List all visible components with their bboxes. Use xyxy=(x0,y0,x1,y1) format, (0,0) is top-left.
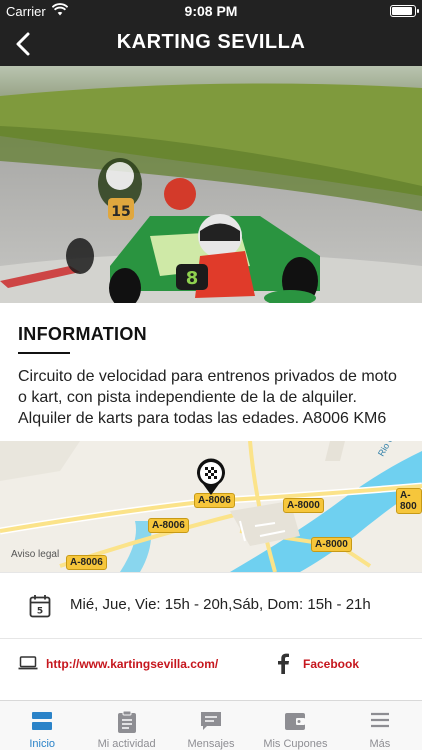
facebook-link[interactable]: Facebook xyxy=(303,657,359,671)
tab-label: Mi actividad xyxy=(97,738,156,750)
clock: 9:08 PM xyxy=(184,3,238,19)
tab-mi-actividad[interactable]: Mi actividad xyxy=(84,701,168,750)
tab-bar: Inicio Mi actividad Mensajes Mis Cupones… xyxy=(0,700,422,750)
clipboard-icon xyxy=(117,710,137,739)
svg-text:15: 15 xyxy=(111,204,130,220)
tab-mensajes[interactable]: Mensajes xyxy=(169,701,253,750)
menu-icon xyxy=(369,710,391,735)
tab-label: Más xyxy=(369,738,391,750)
page-title: KARTING SEVILLA xyxy=(116,31,306,53)
road-label: A-8006 xyxy=(148,518,189,533)
checkered-flag-pin-icon[interactable] xyxy=(193,456,229,501)
road-label: A-800 xyxy=(396,488,422,514)
calendar-icon: 5 xyxy=(29,594,51,623)
road-label: A-8000 xyxy=(283,498,324,513)
information-section: INFORMATION Circuito de velocidad para e… xyxy=(0,303,422,441)
links-row: http://www.kartingsevilla.com/ Facebook xyxy=(0,638,422,700)
wallet-icon xyxy=(283,710,307,737)
section-heading: INFORMATION xyxy=(18,324,147,344)
hero-image: 15 88 8 xyxy=(0,66,422,303)
description-text: Circuito de velocidad para entrenos priv… xyxy=(18,368,397,427)
svg-text:5: 5 xyxy=(37,607,43,617)
tab-label: Mis Cupones xyxy=(263,738,328,750)
tab-mis-cupones[interactable]: Mis Cupones xyxy=(253,701,337,750)
top-bar: Carrier 9:08 PM KARTING SEVILLA xyxy=(0,0,422,66)
message-icon xyxy=(199,710,223,737)
tab-label: Mensajes xyxy=(187,738,235,750)
road-label: A-8000 xyxy=(311,537,352,552)
opening-hours-row: 5 Mié, Jue, Vie: 15h - 20h,Sáb, Dom: 15h… xyxy=(0,572,422,638)
svg-text:8: 8 xyxy=(186,268,199,289)
website-link[interactable]: http://www.kartingsevilla.com/ xyxy=(46,657,218,671)
road-label: A-8006 xyxy=(66,555,107,570)
battery-icon xyxy=(390,5,419,17)
map-legal-link[interactable]: Aviso legal xyxy=(11,549,59,560)
tab-mas[interactable]: Más xyxy=(338,701,422,750)
laptop-icon xyxy=(18,656,38,675)
status-bar: Carrier 9:08 PM xyxy=(0,0,422,22)
hours-text: Mié, Jue, Vie: 15h - 20h,Sáb, Dom: 15h -… xyxy=(70,596,371,613)
location-map[interactable]: A-8006 A-8006 A-8006 A-8000 A-8000 A-800… xyxy=(0,441,422,572)
tab-inicio[interactable]: Inicio xyxy=(0,701,84,750)
heading-underline xyxy=(18,352,70,354)
tab-label: Inicio xyxy=(29,738,56,750)
home-icon xyxy=(30,710,54,737)
facebook-icon[interactable] xyxy=(276,652,290,679)
navigation-bar: KARTING SEVILLA xyxy=(0,22,422,66)
